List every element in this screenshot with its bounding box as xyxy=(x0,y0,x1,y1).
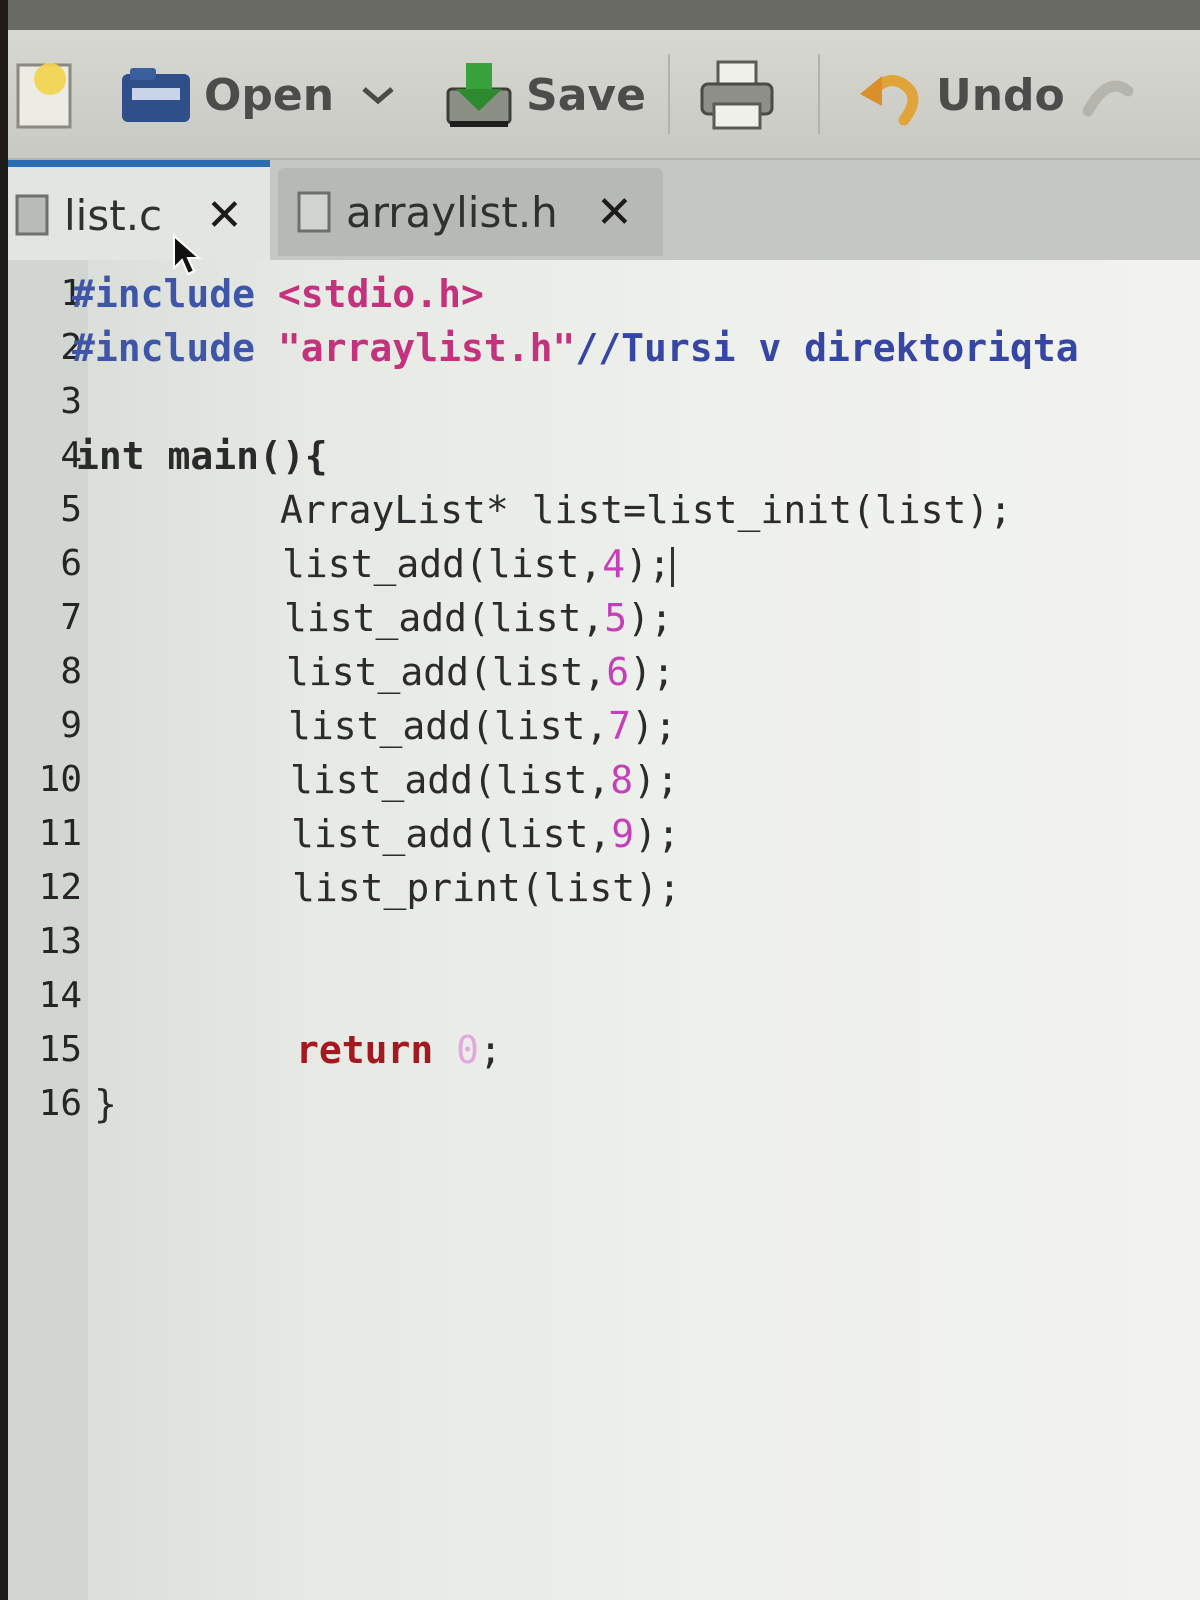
code-line: 15 return 0; xyxy=(8,1024,1200,1076)
line-text: #include <stdio.h> xyxy=(72,272,484,316)
line-text: list_add(list,4); xyxy=(282,538,674,590)
code-line: 2 #include "arraylist.h"//Tursi v direkt… xyxy=(8,322,1200,374)
printer-icon xyxy=(700,60,774,130)
line-number: 14 xyxy=(38,975,82,1016)
line-number: 8 xyxy=(60,651,82,692)
new-document-button[interactable] xyxy=(12,60,76,130)
undo-label: Undo xyxy=(936,69,1065,121)
code-line: 3 xyxy=(8,376,1200,428)
code-line: 10 list_add(list,8); xyxy=(8,754,1200,806)
line-number: 16 xyxy=(38,1083,82,1124)
line-text: } xyxy=(94,1082,117,1126)
save-button[interactable]: Save xyxy=(444,60,646,130)
code-line: 12 list_print(list); xyxy=(8,862,1200,914)
tab-label: arraylist.h xyxy=(346,187,558,237)
line-text: int main(){ xyxy=(76,434,328,478)
line-text: list_add(list,7); xyxy=(288,704,677,748)
menu-bar xyxy=(8,0,1200,30)
line-text: list_add(list,9); xyxy=(291,812,680,856)
line-number: 7 xyxy=(60,597,82,638)
line-number: 6 xyxy=(60,543,82,584)
line-number: 4 xyxy=(60,435,82,476)
toolbar-separator xyxy=(818,54,820,134)
line-number: 2 xyxy=(60,327,82,368)
code-line: 5 ArrayList* list=list_init(list); xyxy=(8,484,1200,536)
text-cursor xyxy=(670,546,674,587)
code-editor[interactable]: 1 #include <stdio.h> 2 #include "arrayli… xyxy=(8,260,1200,1600)
line-text: return 0; xyxy=(296,1028,502,1072)
toolbar: Open Save Undo xyxy=(8,30,1200,160)
line-number: 13 xyxy=(38,921,82,962)
tab-list-c[interactable]: list.c ✕ xyxy=(8,160,270,263)
line-number: 15 xyxy=(38,1029,82,1070)
undo-icon xyxy=(860,75,919,126)
tab-label: list.c xyxy=(64,190,163,240)
redo-button[interactable] xyxy=(1078,60,1138,130)
open-button[interactable]: Open xyxy=(120,60,334,130)
text-editor-window: Open Save Undo list.c ✕ arraylist.h ✕ 1 … xyxy=(8,0,1200,1600)
document-icon xyxy=(297,191,331,233)
close-icon[interactable]: ✕ xyxy=(596,187,633,238)
line-text: #include "arraylist.h"//Tursi v direktor… xyxy=(72,326,1079,370)
code-line: 6 list_add(list,4); xyxy=(8,538,1200,590)
open-recent-dropdown[interactable] xyxy=(360,60,396,130)
undo-button[interactable]: Undo xyxy=(858,60,1065,130)
line-text: list_add(list,5); xyxy=(284,596,673,640)
document-icon xyxy=(15,194,49,236)
line-text: list_print(list); xyxy=(292,866,681,910)
code-line: 16 } xyxy=(8,1078,1200,1130)
new-document-icon xyxy=(16,63,72,129)
line-number: 1 xyxy=(60,273,82,314)
save-label: Save xyxy=(526,69,646,121)
chevron-down-icon xyxy=(362,87,394,105)
line-number: 10 xyxy=(38,759,82,800)
line-number: 3 xyxy=(60,381,82,422)
line-number: 11 xyxy=(38,813,82,854)
line-number: 5 xyxy=(60,489,82,530)
mouse-pointer-icon xyxy=(173,234,202,276)
code-line: 9 list_add(list,7); xyxy=(8,700,1200,752)
code-line: 8 list_add(list,6); xyxy=(8,646,1200,698)
line-number: 9 xyxy=(60,705,82,746)
code-line: 13 xyxy=(8,916,1200,968)
open-label: Open xyxy=(204,69,335,121)
line-text: ArrayList* list=list_init(list); xyxy=(280,488,1013,532)
code-line: 14 xyxy=(8,970,1200,1022)
code-line: 11 list_add(list,9); xyxy=(8,808,1200,860)
close-icon[interactable]: ✕ xyxy=(206,190,243,241)
redo-icon xyxy=(1082,80,1134,117)
code-line: 7 list_add(list,5); xyxy=(8,592,1200,644)
line-number: 12 xyxy=(38,867,82,908)
tab-arraylist-h[interactable]: arraylist.h ✕ xyxy=(278,168,663,256)
toolbar-separator xyxy=(668,54,670,134)
folder-icon xyxy=(122,68,190,122)
line-text: list_add(list,8); xyxy=(290,758,679,802)
code-line: 4 int main(){ xyxy=(8,430,1200,482)
line-text: list_add(list,6); xyxy=(286,650,675,694)
save-icon xyxy=(446,63,512,127)
print-button[interactable] xyxy=(698,60,776,130)
